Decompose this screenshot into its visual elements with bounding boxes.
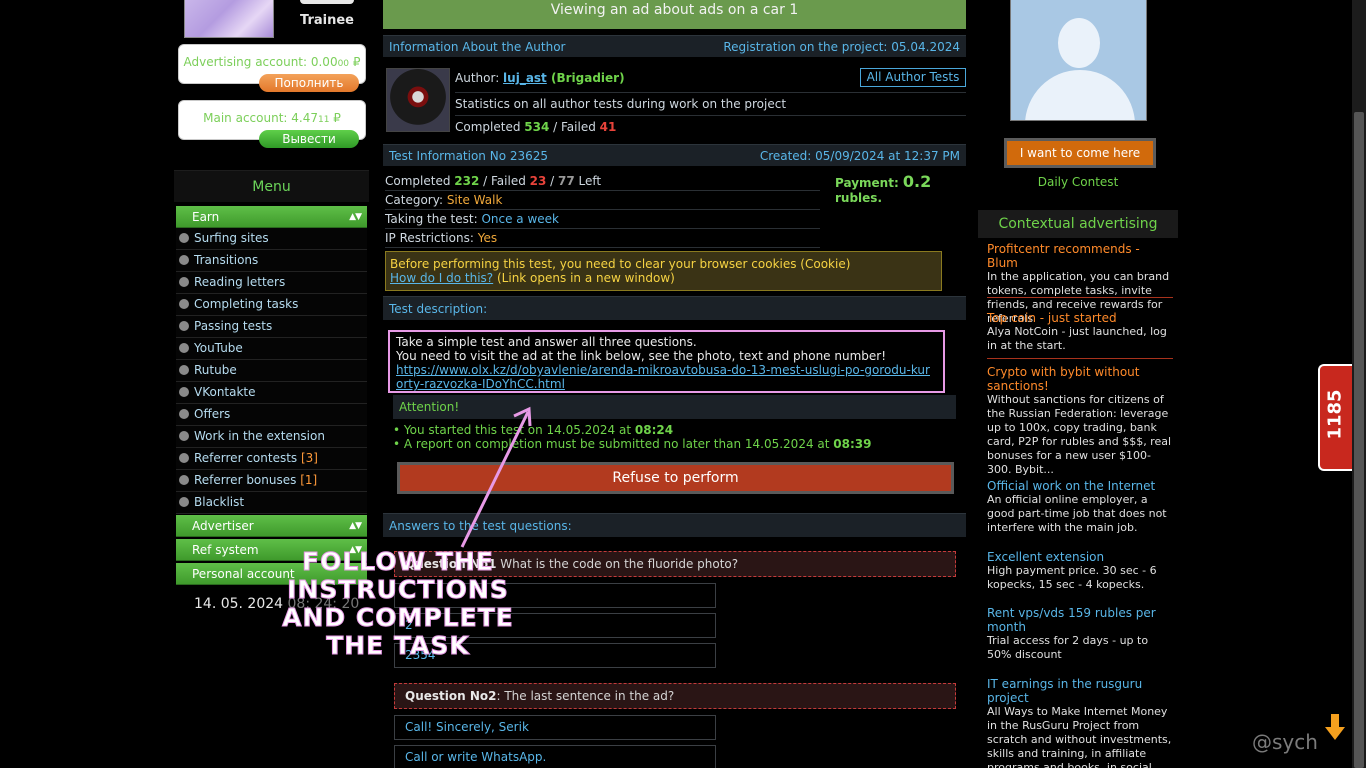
ad-item[interactable]: Excellent extension High payment price. 3… [987,550,1173,592]
annotation-arrow-icon [460,406,532,548]
collapse-arrows-icon[interactable]: ▲▼ [349,515,362,537]
menu-item[interactable]: Passing tests [176,316,367,338]
cookie-warning: Before performing this test, you need to… [385,251,942,291]
bullet-icon [179,387,189,397]
test-ip-restrictions: IP Restrictions: Yes [385,229,820,248]
ad-item[interactable]: Rent vps/vds 159 rubles per month Trial a… [987,606,1173,662]
earn-menu-list: Surfing sites Transitions Reading letters C… [176,228,367,514]
question-2: Question No2: The last sentence in the a… [394,683,956,709]
menu-item[interactable]: Work in the extension [176,426,367,448]
bullet-icon [179,255,189,265]
ad-item[interactable]: Official work on the Internet An official… [987,479,1173,535]
rank-label: Trainee [300,13,354,28]
top-up-button[interactable]: Пополнить [259,74,359,92]
menu-item[interactable]: Rutube [176,360,367,382]
ad-url-link[interactable]: https://www.olx.kz/d/obyavlenie/arenda-m… [396,363,930,391]
bullet-icon [179,233,189,243]
rank-progress [300,0,354,4]
bullet-icon [179,453,189,463]
ad-item[interactable]: Profitcentr recommends - Blum In the appl… [987,242,1173,325]
ad-item[interactable]: IT earnings in the rusguru project All Wa… [987,677,1173,768]
menu-item[interactable]: Transitions [176,250,367,272]
adv-account-label: Advertising account: 0.00 [183,55,338,69]
bullet-icon [179,409,189,419]
instruction-overlay: FOLLOW THE INSTRUCTIONS AND COMPLETE THE… [282,547,514,660]
author-stats-text: Statistics on all author tests during wo… [455,97,787,111]
withdraw-button[interactable]: Вывести [259,130,359,148]
ad-item[interactable]: Top coin - just started Alya NotCoin - ju… [987,311,1173,359]
watermark: @sych [1252,730,1318,754]
menu-item[interactable]: Reading letters [176,272,367,294]
main-account-box: Main account: 4.4711 ₽ Вывести [178,100,366,148]
menu-item[interactable]: Completing tasks [176,294,367,316]
author-line: Author: luj_ast (Brigadier) [455,71,625,85]
come-here-button[interactable]: I want to come here [1004,138,1156,168]
author-avatar [386,68,450,132]
test-description: Take a simple test and answer all three … [388,330,945,393]
menu-item[interactable]: Offers [176,404,367,426]
collapse-arrows-icon[interactable]: ▲▼ [349,206,362,228]
daily-contest-link[interactable]: Daily Contest [978,175,1178,189]
menu-section-earn[interactable]: Earn ▲▼ [176,206,367,228]
menu-item[interactable]: Surfing sites [176,228,367,250]
profile-placeholder [1010,0,1147,121]
contextual-ads-title: Contextual advertising [978,210,1178,238]
main-account-label: Main account: 4.47 [203,111,318,125]
ad-item[interactable]: Crypto with bybit without sanctions! With… [987,365,1173,477]
all-author-tests-button[interactable]: All Author Tests [860,68,966,87]
bullet-icon [179,299,189,309]
menu-item[interactable]: Blacklist [176,492,367,514]
test-stats: Completed 232 / Failed 23 / 77 Left [385,172,820,191]
page-banner: Viewing an ad about ads on a car 1 [383,0,966,29]
bullet-icon [179,343,189,353]
menu-item[interactable]: VKontakte [176,382,367,404]
test-frequency: Taking the test: Once a week [385,210,820,229]
menu-item[interactable]: YouTube [176,338,367,360]
bullet-icon [179,321,189,331]
page-scrollbar[interactable] [1352,0,1366,768]
author-name-link[interactable]: luj_ast [503,71,547,85]
answer-option[interactable]: Call! Sincerely, Serik [394,715,716,740]
test-category: Category: Site Walk [385,191,820,210]
cookie-help-link[interactable]: How do I do this? [390,271,493,285]
menu-item[interactable]: Referrer bonuses [1] [176,470,367,492]
bullet-icon [179,431,189,441]
payment-amount: Payment: 0.2 rubles. [835,172,932,205]
test-description-bar: Test description: [383,296,966,320]
advertising-account-box: Advertising account: 0.0000 ₽ Пополнить [178,44,366,92]
author-info-bar: Information About the Author Registratio… [383,35,966,57]
scroll-down-arrow-icon[interactable] [1324,712,1346,742]
bullet-icon [179,475,189,485]
bullet-icon [179,497,189,507]
bullet-icon [179,365,189,375]
user-avatar[interactable] [184,0,274,38]
side-counter-tab[interactable]: 1185 [1318,364,1353,471]
scrollbar-thumb[interactable] [1354,112,1364,768]
test-info-bar: Test Information No 23625 Created: 05/09… [383,144,966,166]
menu-title: Menu [174,170,369,202]
menu-section-advertiser[interactable]: Advertiser ▲▼ [176,515,367,537]
answer-option[interactable]: Call or write WhatsApp. [394,745,716,768]
right-sidebar: I want to come here Daily Contest Contex… [978,0,1178,768]
menu-item[interactable]: Referrer contests [3] [176,448,367,470]
author-completed-stats: Completed 534 / Failed 41 [455,120,617,134]
bullet-icon [179,277,189,287]
